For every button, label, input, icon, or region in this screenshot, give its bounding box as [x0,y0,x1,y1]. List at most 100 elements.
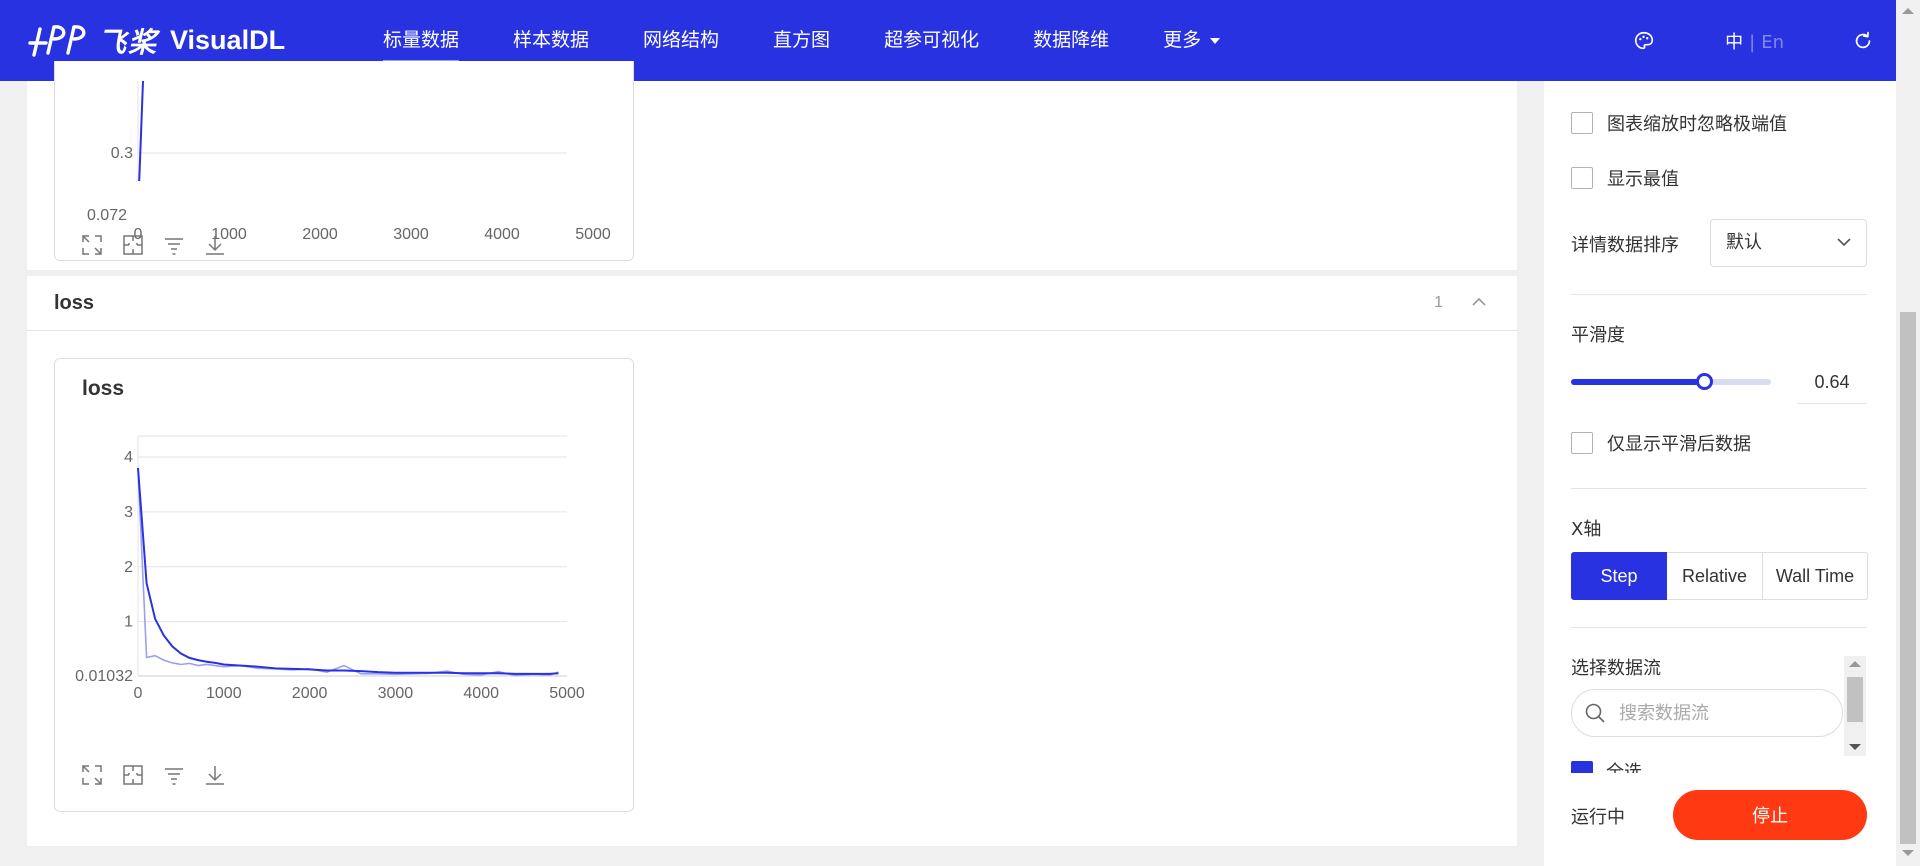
nav-item-graphs[interactable]: 网络结构 [616,0,746,81]
sort-select[interactable]: 默认 [1710,219,1867,267]
chart-toolbar-loss [80,763,227,787]
option-label: 图表缩放时忽略极端值 [1607,114,1787,135]
xaxis-walltime-button[interactable]: Wall Time [1763,552,1868,600]
select-all-label: 全选 [1606,762,1642,773]
chart-card-top: 0.3 0.072 0 1000 2000 3000 4000 5000 [54,61,634,261]
scroll-down-arrow-icon[interactable] [1849,744,1861,750]
option-show-extremes[interactable]: 显示最值 [1571,165,1679,191]
slider-handle[interactable] [1696,373,1713,390]
settings-sidebar: 图表缩放时忽略极端值 显示最值 详情数据排序 默认 平滑度 0.64 仅显示平滑… [1544,81,1896,866]
y-tick-label: 0.072 [87,207,127,224]
x-tick-label: 3000 [378,685,414,699]
x-tick-label: 0 [134,685,143,699]
chart-toolbar-top [80,233,227,257]
group-header[interactable]: loss 1 [27,276,1517,331]
y-tick-label: 0.3 [111,145,133,162]
maximize-icon[interactable] [80,233,104,257]
nav-item-dimension-reduction[interactable]: 数据降维 [1006,0,1136,81]
checkbox[interactable] [1571,112,1593,134]
scrollbar-thumb[interactable] [1900,312,1916,844]
option-label: 仅显示平滑后数据 [1607,434,1751,455]
group-title: loss [54,292,95,314]
palette-icon[interactable] [1633,30,1655,52]
x-tick-label: 4000 [484,226,520,243]
smoothing-value-input[interactable]: 0.64 [1797,361,1867,404]
scroll-up-arrow-icon[interactable] [1902,8,1914,14]
scalar-group-panel-loss: loss 1 loss 4 3 2 1 0.01032 0 1000 2000 3000 4000… [27,276,1517,846]
download-icon[interactable] [203,233,227,257]
group-chart-count: 1 [1434,294,1443,311]
option-label: 显示最值 [1607,169,1679,190]
xaxis-label: X轴 [1571,519,1602,540]
fit-icon[interactable] [121,233,145,257]
y-tick-label: 4 [124,449,133,466]
filter-icon[interactable] [162,233,186,257]
lang-zh[interactable]: 中 [1725,32,1743,53]
smoothing-label: 平滑度 [1571,325,1625,346]
maximize-icon[interactable] [80,763,104,787]
scroll-down-arrow-icon[interactable] [1902,850,1914,856]
lang-en[interactable]: En [1761,32,1784,53]
scalar-group-panel-top: 0.3 0.072 0 1000 2000 3000 4000 5000 [27,61,1517,270]
run-status: 运行中 [1571,807,1625,828]
series-line-smoothed [137,467,559,675]
xaxis-step-button[interactable]: Step [1571,552,1667,600]
download-icon[interactable] [203,763,227,787]
y-tick-label: 0.01032 [75,668,133,685]
xaxis-relative-button[interactable]: Relative [1667,552,1763,600]
x-tick-label: 5000 [549,685,585,699]
nav-item-histogram[interactable]: 直方图 [746,0,857,81]
y-tick-label: 2 [124,559,133,576]
scroll-up-arrow-icon[interactable] [1849,661,1861,667]
logo-product-name: VisualDL [170,25,286,55]
checkbox[interactable] [1571,167,1593,189]
chevron-up-icon[interactable] [1471,296,1487,308]
checkbox-checked [1571,761,1593,773]
chart-card-loss: loss 4 3 2 1 0.01032 0 1000 2000 3000 4000 5000 [54,358,634,812]
caret-down-icon [1210,37,1221,44]
filter-icon[interactable] [162,763,186,787]
divider [1571,627,1867,628]
scrollbar-thumb[interactable] [1847,677,1863,722]
x-tick-label: 2000 [292,685,328,699]
header-actions: 中 | En [1633,0,1896,81]
select-all-checkbox[interactable] [1571,761,1593,773]
search-input[interactable] [1619,702,1819,724]
option-only-smoothed[interactable]: 仅显示平滑后数据 [1571,430,1751,456]
x-tick-label: 1000 [206,685,242,699]
sort-select-value: 默认 [1726,232,1762,253]
lang-separator: | [1749,31,1756,53]
nav-item-more-label: 更多 [1163,29,1202,51]
refresh-icon[interactable] [1852,30,1874,52]
chevron-down-icon [1837,238,1851,247]
checkbox[interactable] [1571,432,1593,454]
x-tick-label: 3000 [393,226,429,243]
main-content: 0.3 0.072 0 1000 2000 3000 4000 5000 los… [27,61,1517,866]
y-tick-label: 3 [124,504,133,521]
xaxis-toggle-group: Step Relative Wall Time [1571,552,1868,600]
divider [1571,294,1867,295]
option-ignore-outliers[interactable]: 图表缩放时忽略极端值 [1571,110,1787,136]
slider-fill [1571,379,1699,385]
stream-list-scrollbar[interactable] [1844,656,1866,756]
logo[interactable]: 飞桨 VisualDL [26,21,356,61]
stop-button[interactable]: 停止 [1673,790,1867,840]
smoothing-slider[interactable] [1571,379,1771,385]
nav-item-hparams[interactable]: 超参可视化 [857,0,1006,81]
language-switch[interactable]: 中 | En [1725,28,1784,54]
chart-plot-loss: 4 3 2 1 0.010320 1000 2000 3000 4000 5000 [75,435,585,699]
search-icon [1585,703,1605,723]
stream-search[interactable] [1571,689,1843,737]
divider [1571,488,1867,489]
page-scrollbar[interactable] [1896,0,1920,866]
x-tick-label: 5000 [575,226,611,243]
x-tick-label: 4000 [463,685,499,699]
series-line-top [138,80,144,181]
series-line-raw [137,467,559,677]
logo-chinese-text: 飞桨 [98,25,159,59]
paddle-logo-icon [28,24,86,57]
fit-icon[interactable] [121,763,145,787]
chart-plot-top: 0.3 [111,80,567,181]
nav-item-more[interactable]: 更多 [1136,0,1247,81]
y-tick-label: 1 [124,614,133,631]
